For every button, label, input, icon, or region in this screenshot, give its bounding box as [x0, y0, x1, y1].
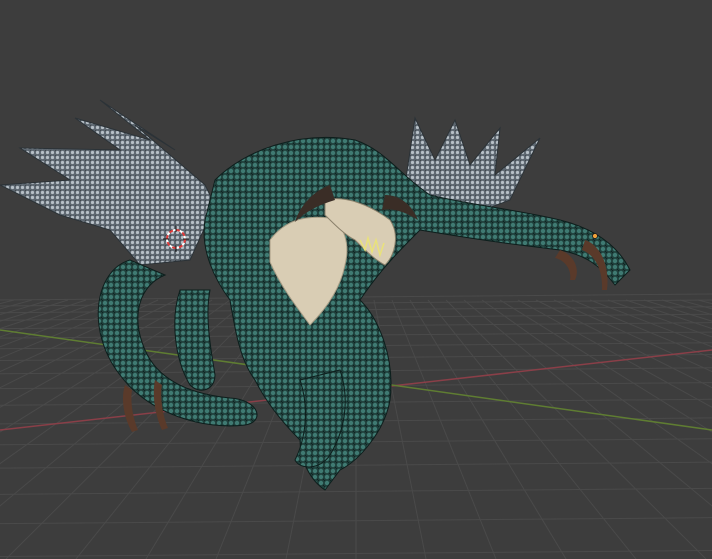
viewport-canvas[interactable] [0, 0, 712, 559]
object-origin-icon [592, 233, 598, 239]
right-claw-2 [555, 250, 577, 280]
dragon-leg-back[interactable] [174, 289, 216, 391]
left-wing[interactable] [0, 99, 216, 266]
3d-viewport[interactable] [0, 0, 712, 559]
dragon-body[interactable] [203, 136, 631, 491]
